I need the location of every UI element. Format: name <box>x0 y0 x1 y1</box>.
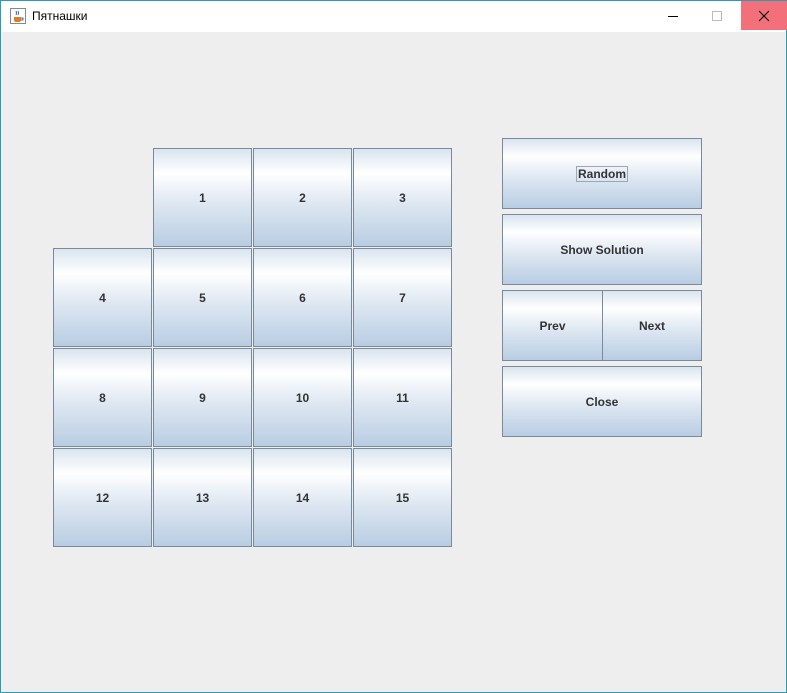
tile-11[interactable]: 11 <box>353 348 452 447</box>
close-button[interactable]: Close <box>502 366 702 437</box>
java-cup-icon <box>10 8 26 24</box>
tile-9[interactable]: 9 <box>153 348 252 447</box>
show-solution-label: Show Solution <box>560 242 644 257</box>
content-pane: 1 2 3 4 5 6 7 8 9 10 11 12 13 14 15 Random Show Soluti… <box>1 32 786 692</box>
tile-13[interactable]: 13 <box>153 448 252 547</box>
tile-6[interactable]: 6 <box>253 248 352 347</box>
window-title: Пятнашки <box>32 9 88 23</box>
tile-10[interactable]: 10 <box>253 348 352 447</box>
title-bar[interactable]: Пятнашки <box>1 1 787 32</box>
tile-label: 3 <box>399 190 406 205</box>
minimize-icon <box>668 15 678 17</box>
tile-label: 1 <box>199 190 206 205</box>
random-button-label: Random <box>576 165 628 182</box>
tile-label: 9 <box>199 390 206 405</box>
tile-7[interactable]: 7 <box>353 248 452 347</box>
close-window-button[interactable] <box>741 1 787 30</box>
tile-4[interactable]: 4 <box>53 248 152 347</box>
maximize-icon <box>712 10 722 21</box>
tile-label: 13 <box>195 490 210 505</box>
random-button[interactable]: Random <box>502 138 702 209</box>
tile-label: 5 <box>199 290 206 305</box>
show-solution-button[interactable]: Show Solution <box>502 214 702 285</box>
tile-label: 7 <box>399 290 406 305</box>
next-label: Next <box>638 318 665 333</box>
tile-label: 14 <box>295 490 310 505</box>
tile-2[interactable]: 2 <box>253 148 352 247</box>
prev-button[interactable]: Prev <box>502 290 603 361</box>
tile-label: 2 <box>299 190 306 205</box>
app-window: Пятнашки 1 2 3 4 5 6 7 8 9 10 11 12 13 14 15 Random Sh… <box>0 0 787 693</box>
tile-label: 4 <box>99 290 106 305</box>
tile-label: 11 <box>396 390 409 405</box>
tile-1[interactable]: 1 <box>153 148 252 247</box>
tile-5[interactable]: 5 <box>153 248 252 347</box>
tile-label: 6 <box>299 290 306 305</box>
tile-3[interactable]: 3 <box>353 148 452 247</box>
tile-15[interactable]: 15 <box>353 448 452 547</box>
next-button[interactable]: Next <box>602 290 702 361</box>
maximize-button[interactable] <box>694 1 740 30</box>
prev-label: Prev <box>539 318 566 333</box>
tile-12[interactable]: 12 <box>53 448 152 547</box>
tile-14[interactable]: 14 <box>253 448 352 547</box>
tile-label: 10 <box>295 390 310 405</box>
tile-8[interactable]: 8 <box>53 348 152 447</box>
minimize-button[interactable] <box>650 1 696 30</box>
tile-label: 8 <box>99 390 106 405</box>
tile-label: 12 <box>95 490 110 505</box>
close-icon <box>758 10 770 21</box>
close-label: Close <box>585 394 619 409</box>
tile-label: 15 <box>395 490 410 505</box>
